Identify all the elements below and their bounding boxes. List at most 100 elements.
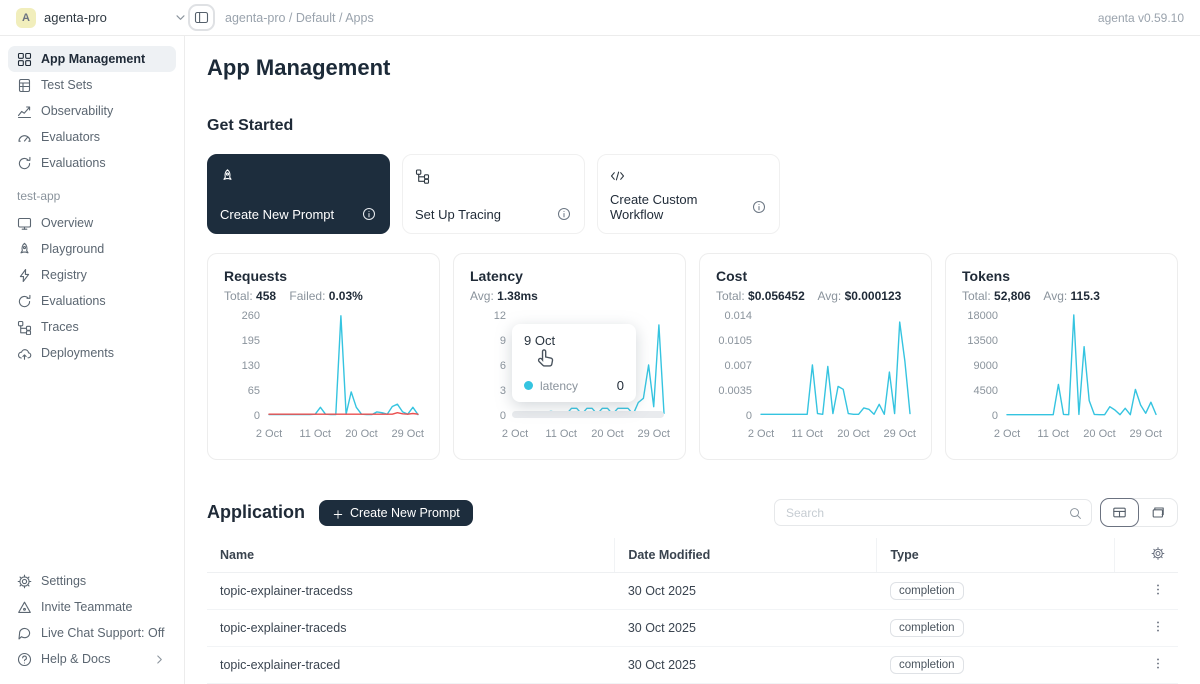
svg-text:29 Oct: 29 Oct — [391, 428, 423, 440]
svg-text:0: 0 — [746, 410, 752, 422]
chat-bubble-icon — [17, 626, 32, 641]
svg-text:130: 130 — [242, 360, 260, 372]
sidebar-item-help-docs[interactable]: Help & Docs — [8, 646, 176, 672]
svg-text:29 Oct: 29 Oct — [1129, 428, 1161, 440]
breadcrumb[interactable]: agenta-pro / Default / Apps — [225, 11, 374, 25]
svg-text:12: 12 — [494, 310, 506, 322]
column-header-date-modified[interactable]: Date Modified — [615, 538, 877, 573]
svg-text:11 Oct: 11 Oct — [545, 428, 577, 440]
svg-text:6: 6 — [500, 360, 506, 372]
get-started-heading: Get Started — [207, 116, 1178, 136]
sidebar-toggle-button[interactable] — [188, 4, 215, 31]
observability-icon — [17, 104, 32, 119]
table-row[interactable]: topic-explainer-traceds 30 Oct 2025 comp… — [207, 610, 1178, 647]
create-custom-workflow-card[interactable]: Create Custom Workflow — [597, 154, 780, 234]
sidebar-item-test-sets[interactable]: Test Sets — [8, 72, 176, 98]
set-up-tracing-card[interactable]: Set Up Tracing — [402, 154, 585, 234]
application-heading: Application — [207, 502, 305, 523]
info-icon[interactable] — [752, 200, 767, 215]
sidebar-item-evaluations[interactable]: Evaluations — [8, 150, 176, 176]
page-title: App Management — [207, 54, 1178, 82]
sidebar-item-label: Playground — [41, 241, 104, 257]
svg-text:20 Oct: 20 Oct — [591, 428, 623, 440]
row-menu-icon[interactable] — [1151, 619, 1165, 633]
table-view-button[interactable] — [1100, 498, 1139, 527]
sidebar-item-label: Observability — [41, 103, 113, 119]
sidebar-item-deployments[interactable]: Deployments — [8, 340, 176, 366]
get-started-cards: Create New Prompt Set Up Tracing Create … — [207, 154, 1178, 234]
table-row[interactable]: topic-explainer-tracedss 30 Oct 2025 com… — [207, 573, 1178, 610]
svg-text:29 Oct: 29 Oct — [637, 428, 669, 440]
cost-chart-card: Cost Total: $0.056452 Avg: $0.000123 0.0… — [699, 253, 932, 460]
chart-stats: Total: 458 Failed: 0.03% — [224, 289, 423, 303]
app-version: agenta v0.59.10 — [1098, 11, 1184, 25]
create-new-prompt-button[interactable]: Create New Prompt — [319, 500, 473, 526]
sidebar-item-observability[interactable]: Observability — [8, 98, 176, 124]
tokens-line-chart[interactable]: 18000135009000450002 Oct11 Oct20 Oct29 O… — [962, 307, 1161, 458]
column-header-name[interactable]: Name — [207, 538, 615, 573]
org-switcher[interactable]: A agenta-pro — [16, 8, 188, 28]
series-dot — [524, 381, 533, 390]
requests-line-chart[interactable]: 2601951306502 Oct11 Oct20 Oct29 Oct — [224, 307, 423, 458]
org-avatar: A — [16, 8, 36, 28]
invite-teammate-icon — [17, 600, 32, 615]
sidebar-item-invite-teammate[interactable]: Invite Teammate — [8, 594, 176, 620]
svg-text:20 Oct: 20 Oct — [1083, 428, 1115, 440]
svg-text:18000: 18000 — [967, 310, 998, 322]
sidebar-item-evaluators[interactable]: Evaluators — [8, 124, 176, 150]
sidebar-item-settings[interactable]: Settings — [8, 568, 176, 594]
info-icon[interactable] — [362, 207, 377, 222]
chevron-right-icon — [152, 652, 167, 667]
chart-stats: Total: 52,806 Avg: 115.3 — [962, 289, 1161, 303]
row-menu-icon[interactable] — [1151, 582, 1165, 596]
svg-text:0: 0 — [992, 410, 998, 422]
svg-text:0.0105: 0.0105 — [718, 335, 752, 347]
view-toggle — [1100, 498, 1178, 527]
row-menu-icon[interactable] — [1151, 656, 1165, 670]
sidebar-item-app-management[interactable]: App Management — [8, 46, 176, 72]
chart-title: Cost — [716, 268, 915, 284]
svg-text:20 Oct: 20 Oct — [345, 428, 377, 440]
sidebar-item-traces[interactable]: Traces — [8, 314, 176, 340]
cost-line-chart[interactable]: 0.0140.01050.0070.003502 Oct11 Oct20 Oct… — [716, 307, 915, 458]
card-view-button[interactable] — [1138, 499, 1177, 526]
sidebar-item-live-chat[interactable]: Live Chat Support: Off — [8, 620, 176, 646]
search-icon[interactable] — [1069, 506, 1082, 519]
evaluations-icon — [17, 156, 32, 171]
column-header-type[interactable]: Type — [877, 538, 1115, 573]
svg-text:29 Oct: 29 Oct — [883, 428, 915, 440]
create-new-prompt-card[interactable]: Create New Prompt — [207, 154, 390, 234]
registry-icon — [17, 268, 32, 283]
sidebar-group-label: test-app — [8, 176, 176, 210]
panel-left-icon — [194, 10, 209, 25]
svg-text:11 Oct: 11 Oct — [299, 428, 331, 440]
app-name: topic-explainer-traceds — [207, 610, 615, 647]
info-icon[interactable] — [557, 207, 572, 222]
svg-text:11 Oct: 11 Oct — [1037, 428, 1069, 440]
search-input[interactable] — [784, 505, 1069, 521]
svg-text:3: 3 — [500, 385, 506, 397]
table-row[interactable]: topic-explainer-traced 30 Oct 2025 compl… — [207, 647, 1178, 684]
sidebar-item-label: Overview — [41, 215, 93, 231]
sidebar-item-label: Help & Docs — [41, 651, 110, 667]
sidebar-item-label: Evaluators — [41, 129, 100, 145]
sidebar-item-playground[interactable]: Playground — [8, 236, 176, 262]
app-date: 30 Oct 2025 — [615, 573, 877, 610]
sidebar-item-label: Traces — [41, 319, 79, 335]
chevron-down-icon — [173, 10, 188, 25]
table-settings-gear-icon[interactable] — [1151, 546, 1165, 560]
application-header: Application Create New Prompt — [207, 498, 1178, 527]
sidebar-item-registry[interactable]: Registry — [8, 262, 176, 288]
type-badge: completion — [890, 656, 964, 674]
sidebar-item-app-evaluations[interactable]: Evaluations — [8, 288, 176, 314]
chart-title: Requests — [224, 268, 423, 284]
svg-text:0.007: 0.007 — [724, 360, 752, 372]
metrics-charts: Requests Total: 458 Failed: 0.03% 260195… — [207, 253, 1178, 460]
sidebar-item-label: Registry — [41, 267, 87, 283]
sidebar-item-overview[interactable]: Overview — [8, 210, 176, 236]
svg-text:0: 0 — [254, 410, 260, 422]
app-name: topic-explainer-traced — [207, 647, 615, 684]
app-date: 30 Oct 2025 — [615, 610, 877, 647]
requests-chart-card: Requests Total: 458 Failed: 0.03% 260195… — [207, 253, 440, 460]
deployments-icon — [17, 346, 32, 361]
